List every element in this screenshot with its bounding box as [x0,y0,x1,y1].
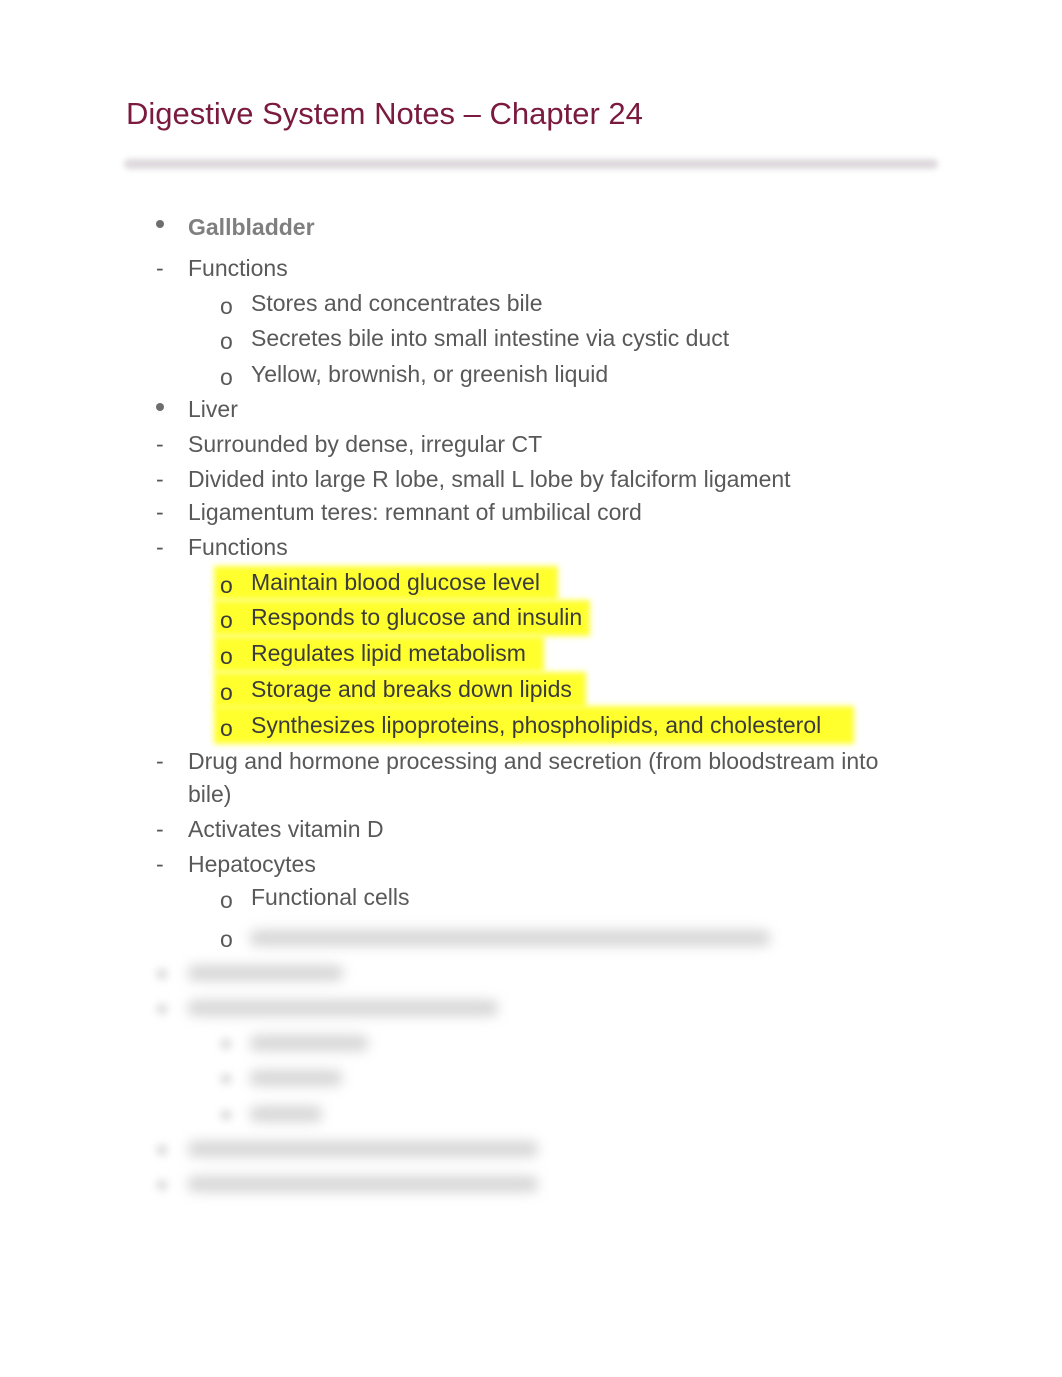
sub-marker: o [220,643,233,669]
list-item: Activates vitamin D [188,816,384,842]
blurred-line [250,930,770,946]
highlighted-item: Regulates lipid metabolism [251,640,526,666]
sub-marker: o [220,328,233,354]
dash-marker: - [156,816,164,842]
sub-marker: o [220,364,233,390]
dash-marker: - [156,431,164,457]
highlighted-item: Synthesizes lipoproteins, phospholipids,… [251,712,822,738]
dash-marker: - [156,851,164,877]
page-title: Digestive System Notes – Chapter 24 [126,96,643,131]
blurred-marker [156,1003,168,1015]
list-item: Secretes bile into small intestine via c… [251,325,730,351]
list-item-continuation: bile) [188,781,232,807]
title-divider [124,159,938,169]
blurred-marker [220,1109,232,1121]
highlighted-item: Maintain blood glucose level [251,569,540,595]
sub-marker: o [220,293,233,319]
list-item: Yellow, brownish, or greenish liquid [251,361,609,387]
sub-marker: o [220,607,233,633]
dash-marker: - [156,534,164,560]
blurred-line [188,1000,498,1016]
highlighted-item: Responds to glucose and insulin [251,604,583,630]
dash-marker: - [156,748,164,774]
highlighted-item: Storage and breaks down lipids [251,676,572,702]
list-item: Functions [188,255,288,281]
list-item: Surrounded by dense, irregular CT [188,431,543,457]
blurred-marker [156,1179,168,1191]
sub-marker: o [220,926,233,952]
list-item: Stores and concentrates bile [251,290,543,316]
blurred-marker [156,968,168,980]
bullet-icon [156,403,164,411]
dash-marker: - [156,466,164,492]
sub-marker: o [220,679,233,705]
blurred-line [250,1070,342,1086]
list-item: Divided into large R lobe, small L lobe … [188,466,791,492]
sub-marker: o [220,572,233,598]
blurred-line [188,1176,538,1192]
blurred-line [188,1141,538,1157]
dash-marker: - [156,255,164,281]
bullet-icon [156,220,164,228]
list-item: Functions [188,534,288,560]
sub-marker: o [220,887,233,913]
blurred-line [250,1106,322,1122]
section-heading-gallbladder: Gallbladder [188,214,315,240]
list-item: Hepatocytes [188,851,316,877]
blurred-marker [156,1144,168,1156]
blurred-line [188,965,343,981]
list-item: Ligamentum teres: remnant of umbilical c… [188,499,642,525]
sub-marker: o [220,715,233,741]
blurred-marker [220,1038,232,1050]
blurred-line [250,1035,368,1051]
section-heading-liver: Liver [188,396,238,422]
dash-marker: - [156,499,164,525]
list-item: Drug and hormone processing and secretio… [188,748,879,774]
list-item: Functional cells [251,884,410,910]
blurred-marker [220,1073,232,1085]
